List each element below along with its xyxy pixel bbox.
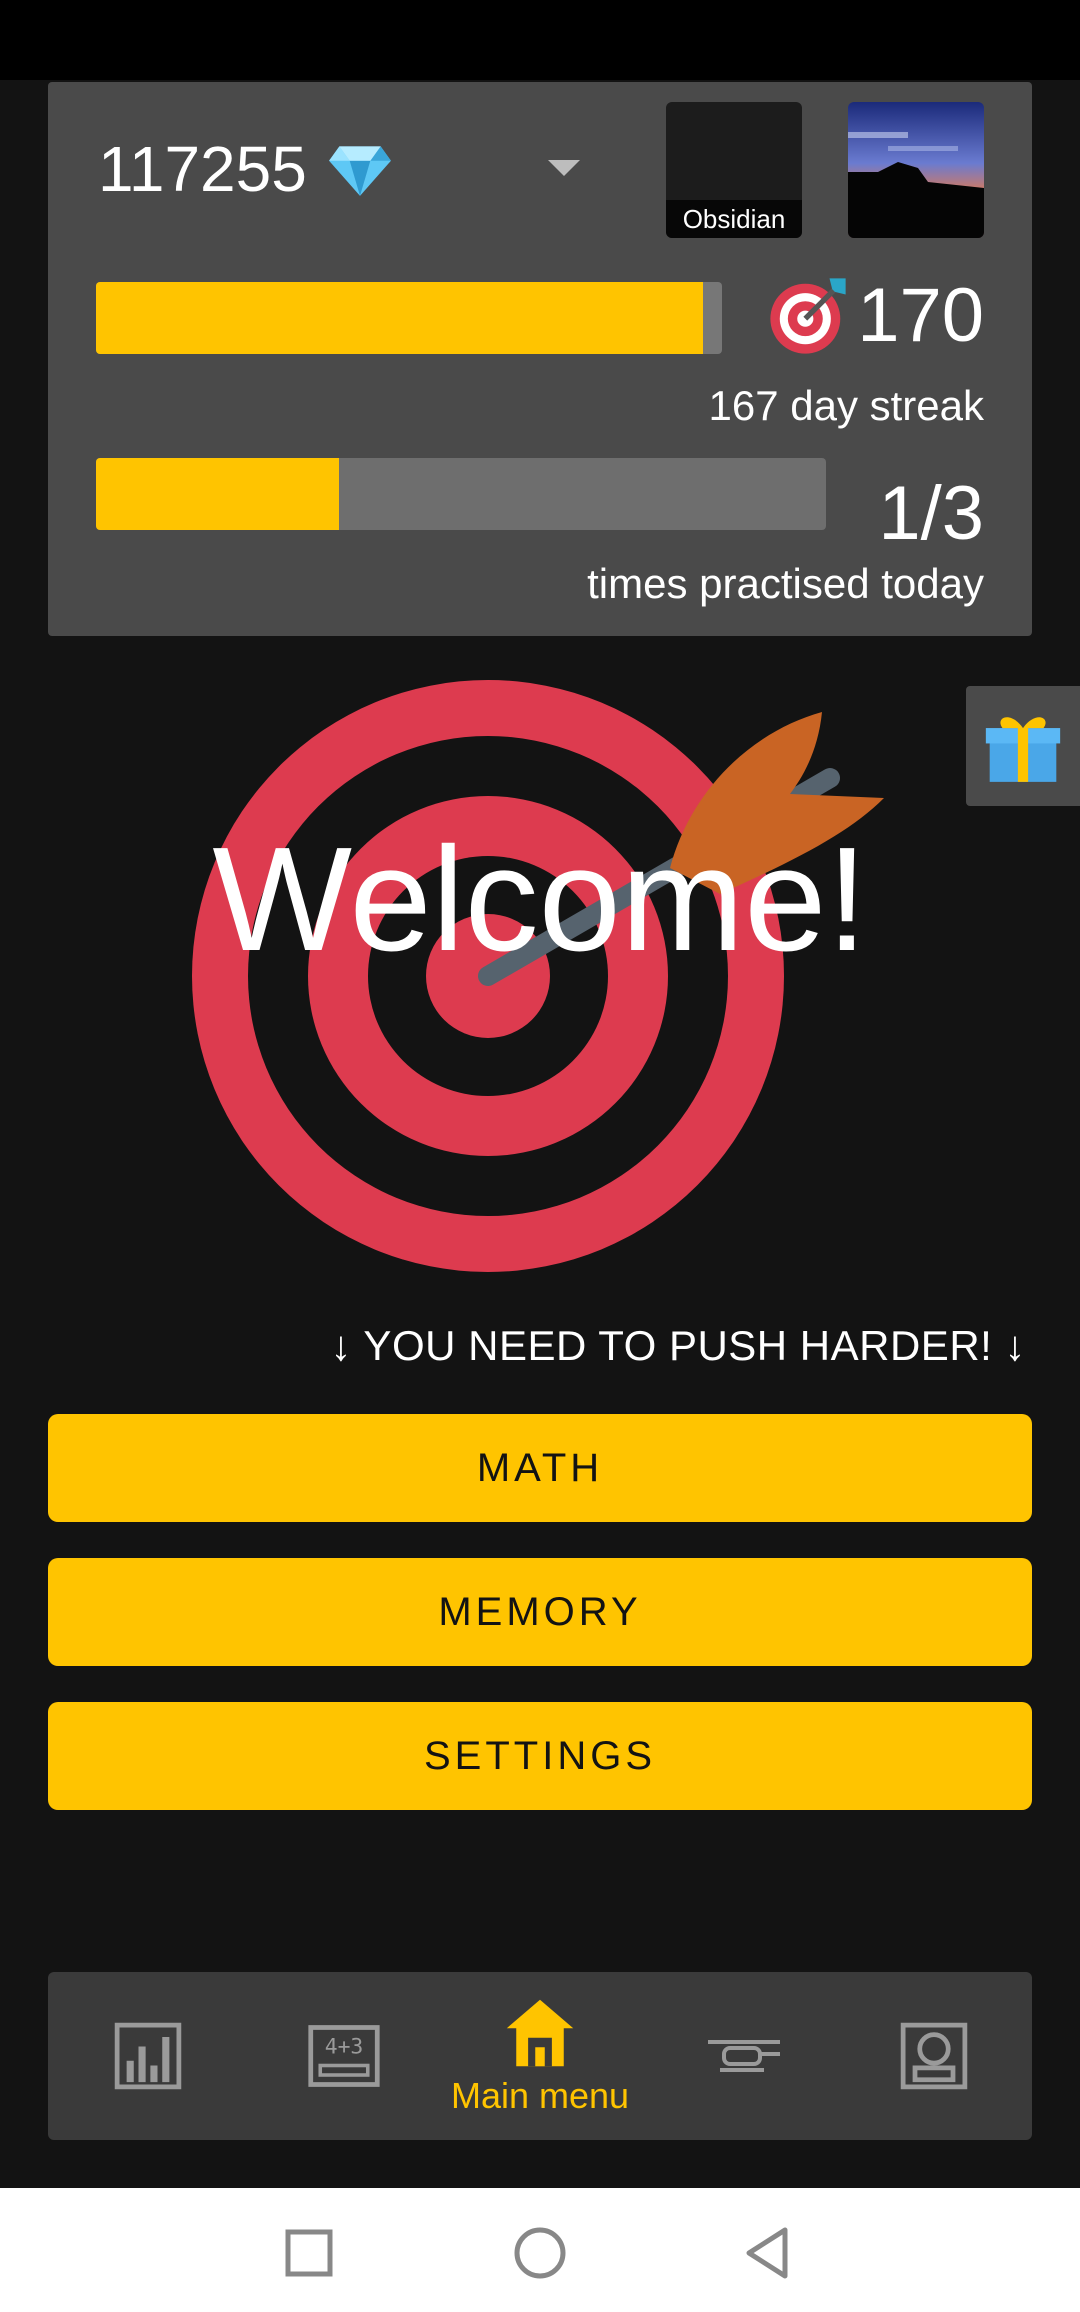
diamond-icon [328, 146, 391, 196]
dart-target-icon [770, 277, 846, 354]
svg-text:4+3: 4+3 [325, 2035, 364, 2060]
helicopter-icon [708, 2040, 780, 2072]
nav-calculator[interactable]: 4+3 [284, 1972, 404, 2140]
welcome-heading: Welcome! [212, 817, 868, 982]
gift-icon [985, 717, 1061, 782]
gift-button[interactable] [966, 686, 1080, 806]
back-icon[interactable] [735, 2218, 805, 2288]
home-circle-icon[interactable] [505, 2218, 575, 2288]
nav-main-menu[interactable]: Main menu [450, 1972, 630, 2140]
memory-button[interactable]: MEMORY [48, 1558, 1032, 1666]
theme-selector[interactable]: Obsidian [666, 102, 802, 238]
nav-helicopter[interactable] [674, 1972, 814, 2140]
gem-counter: 117255 [98, 132, 393, 206]
streak-counter: 170 [765, 272, 984, 359]
nav-main-menu-label: Main menu [450, 2075, 630, 2116]
theme-label: Obsidian [666, 200, 802, 238]
streak-progress-fill [96, 282, 704, 354]
stats-card: 117255 Obsidian 170 167 day streak 1/3 t… [48, 82, 1032, 636]
sunset-wallpaper-thumbnail [848, 102, 984, 238]
practice-count: 1/3 [878, 471, 984, 556]
settings-button[interactable]: SETTINGS [48, 1702, 1032, 1810]
status-bar [0, 0, 1080, 80]
gem-count: 117255 [98, 133, 307, 205]
practice-label: times practised today [587, 560, 984, 607]
practice-progress-fill [96, 458, 340, 530]
system-navigation-bar [0, 2188, 1080, 2312]
stats-icon [114, 2022, 182, 2090]
calculator-icon: 4+3 [308, 2025, 380, 2087]
home-icon [506, 1999, 574, 2067]
streak-progress-bar [96, 282, 722, 354]
computer-icon [900, 2022, 968, 2090]
gem-dropdown-arrow-icon[interactable] [548, 160, 580, 176]
streak-label: 167 day streak [708, 382, 984, 429]
nav-computer[interactable] [874, 1972, 994, 2140]
bottom-navigation: 4+3 Main menu [48, 1972, 1032, 2140]
motivation-text: ↓ YOU NEED TO PUSH HARDER! ↓ [330, 1322, 1026, 1369]
practice-progress-bar [96, 458, 826, 530]
wallpaper-selector[interactable] [848, 102, 984, 238]
recent-apps-icon[interactable] [274, 2218, 344, 2288]
nav-stats[interactable] [88, 1972, 208, 2140]
streak-value: 170 [857, 273, 984, 358]
math-button[interactable]: MATH [48, 1414, 1032, 1522]
